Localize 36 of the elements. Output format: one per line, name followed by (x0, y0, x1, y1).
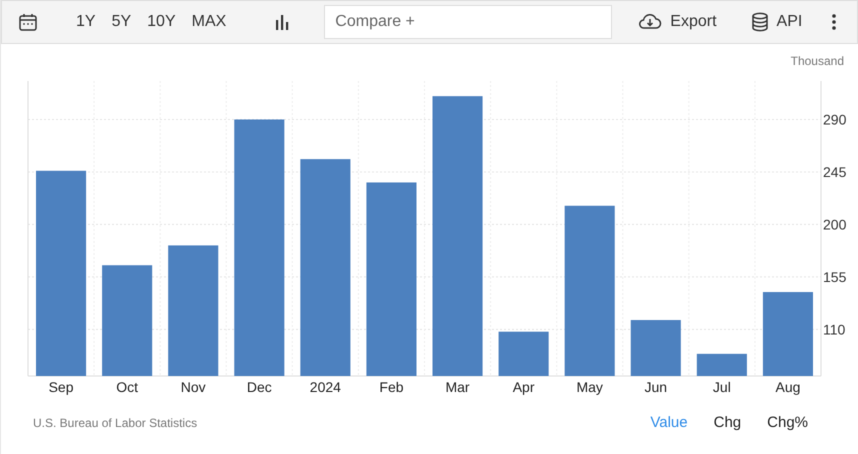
compare-field[interactable]: Compare + (324, 5, 612, 39)
calendar-icon[interactable] (18, 12, 38, 32)
axis-tick-label: 245 (823, 164, 846, 180)
axis-tick-label: Dec (246, 379, 272, 395)
axis-tick-label: Mar (445, 379, 470, 395)
more-icon[interactable] (831, 13, 837, 31)
export-button[interactable]: Export (630, 9, 725, 35)
range-button[interactable]: 1Y (68, 9, 104, 35)
axis-tick-label: Aug (776, 379, 800, 395)
source-text: U.S. Bureau of Labor Statistics (33, 416, 198, 430)
unit-label: Thousand (790, 54, 844, 68)
view-tab[interactable]: Chg% (757, 412, 818, 433)
range-button[interactable]: MAX (184, 9, 234, 35)
range-button[interactable]: 5Y (104, 9, 140, 35)
bar (696, 354, 747, 376)
axis-tick-label: 110 (823, 321, 846, 338)
axis-tick-label: Sep (48, 379, 74, 395)
view-tab[interactable]: Chg (704, 412, 752, 433)
axis-tick-label: 200 (823, 216, 846, 232)
range-button[interactable]: 10Y (139, 9, 184, 35)
axis-tick-label: 155 (823, 268, 846, 285)
cloud-download-icon (638, 13, 662, 31)
database-icon (750, 12, 769, 32)
api-button[interactable]: API (742, 8, 810, 36)
axis-tick-label: Oct (116, 379, 138, 395)
axis-tick-label: Nov (180, 379, 206, 395)
axis-tick-label: 290 (823, 111, 846, 128)
bar (498, 332, 549, 376)
bar-chart-icon[interactable] (274, 14, 290, 30)
axis-tick-label: Jun (644, 379, 668, 395)
axis-tick-label: Jul (712, 379, 731, 395)
axis-tick-label: Feb (379, 379, 404, 395)
axis-tick-label: 2024 (310, 379, 341, 395)
axis-tick-label: Apr (512, 379, 535, 395)
bar (630, 320, 681, 376)
axis-tick-label: May (576, 379, 603, 395)
